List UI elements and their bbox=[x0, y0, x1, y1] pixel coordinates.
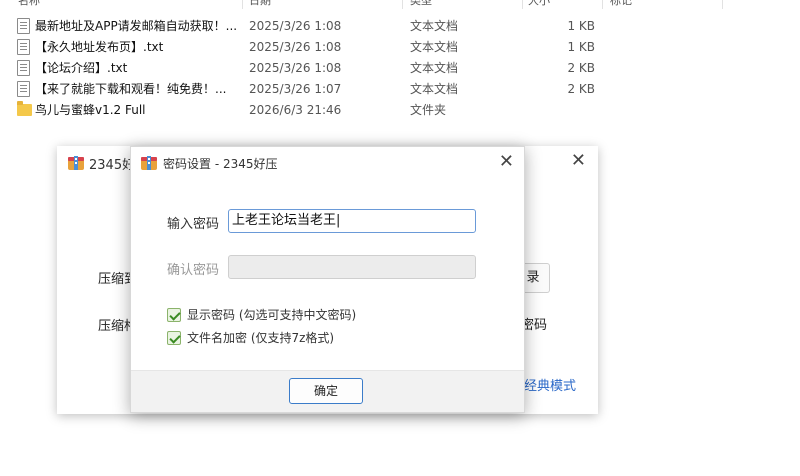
file-explorer: 名称 日期 类型 大小 标记 最新地址及APP请发邮箱自动获取！... 2025… bbox=[0, 0, 800, 130]
column-divider[interactable] bbox=[522, 0, 523, 9]
dialog-footer: 确定 bbox=[131, 370, 524, 412]
file-name: 最新地址及APP请发邮箱自动获取！... bbox=[35, 19, 238, 33]
text-file-icon bbox=[17, 39, 30, 55]
show-password-label: 显示密码 (勾选可支持中文密码) bbox=[187, 308, 357, 322]
column-divider[interactable] bbox=[402, 0, 403, 9]
file-size: 2 KB bbox=[567, 82, 595, 96]
archive-app-icon bbox=[68, 156, 84, 170]
file-row[interactable]: 最新地址及APP请发邮箱自动获取！... 2025/3/26 1:08 文本文档… bbox=[0, 15, 800, 36]
text-file-icon bbox=[17, 18, 30, 34]
file-name: 【来了就能下载和观看！纯免费！... bbox=[35, 82, 227, 96]
column-divider[interactable] bbox=[242, 0, 243, 9]
dialog-title: 2345好 bbox=[89, 158, 136, 173]
file-type: 文本文档 bbox=[410, 19, 459, 33]
column-header: 名称 日期 类型 大小 标记 bbox=[0, 0, 800, 9]
file-name: 【论坛介绍】.txt bbox=[35, 61, 128, 75]
encrypt-filename-label: 文件名加密 (仅支持7z格式) bbox=[187, 331, 335, 345]
column-tags[interactable]: 标记 bbox=[610, 0, 632, 8]
password-row: 输入密码 上老王论坛当老王| bbox=[167, 209, 487, 233]
confirm-password-input[interactable] bbox=[228, 255, 476, 279]
column-type[interactable]: 类型 bbox=[410, 0, 432, 8]
password-label: 输入密码 bbox=[167, 217, 220, 232]
archive-app-icon bbox=[141, 156, 157, 170]
file-size: 1 KB bbox=[567, 19, 595, 33]
file-date: 2025/3/26 1:08 bbox=[249, 61, 342, 75]
ok-button[interactable]: 确定 bbox=[289, 378, 363, 404]
password-dialog: 密码设置 - 2345好压 ✕ 输入密码 上老王论坛当老王| 确认密码 显示密码… bbox=[130, 146, 525, 413]
text-file-icon bbox=[17, 81, 30, 97]
column-divider[interactable] bbox=[722, 0, 723, 9]
confirm-password-label: 确认密码 bbox=[167, 263, 220, 278]
file-size: 1 KB bbox=[567, 40, 595, 54]
text-file-icon bbox=[17, 60, 30, 76]
file-type: 文本文档 bbox=[410, 82, 459, 96]
folder-icon bbox=[17, 101, 32, 116]
file-date: 2025/3/26 1:07 bbox=[249, 82, 342, 96]
file-name: 鸟儿与蜜蜂v1.2 Full bbox=[35, 103, 146, 117]
file-type: 文件夹 bbox=[410, 103, 447, 117]
column-size[interactable]: 大小 bbox=[528, 0, 550, 8]
password-input[interactable]: 上老王论坛当老王| bbox=[228, 209, 476, 233]
file-row[interactable]: 【永久地址发布页】.txt 2025/3/26 1:08 文本文档 1 KB bbox=[0, 36, 800, 57]
column-date[interactable]: 日期 bbox=[249, 0, 271, 8]
file-size: 2 KB bbox=[567, 61, 595, 75]
column-divider[interactable] bbox=[602, 0, 603, 9]
encrypt-filename-checkbox[interactable] bbox=[167, 331, 181, 345]
dialog-title: 密码设置 - 2345好压 bbox=[163, 157, 278, 171]
file-type: 文本文档 bbox=[410, 40, 459, 54]
folder-row[interactable]: 鸟儿与蜜蜂v1.2 Full 2026/6/3 21:46 文件夹 bbox=[0, 99, 800, 120]
file-date: 2026/6/3 21:46 bbox=[249, 103, 342, 117]
classic-mode-link[interactable]: 经典模式 bbox=[524, 375, 576, 394]
close-icon[interactable]: ✕ bbox=[571, 151, 586, 171]
file-name: 【永久地址发布页】.txt bbox=[35, 40, 164, 54]
file-date: 2025/3/26 1:08 bbox=[249, 40, 342, 54]
column-name[interactable]: 名称 bbox=[18, 0, 40, 8]
file-date: 2025/3/26 1:08 bbox=[249, 19, 342, 33]
file-row[interactable]: 【论坛介绍】.txt 2025/3/26 1:08 文本文档 2 KB bbox=[0, 57, 800, 78]
show-password-checkbox[interactable] bbox=[167, 308, 181, 322]
file-type: 文本文档 bbox=[410, 61, 459, 75]
file-row[interactable]: 【来了就能下载和观看！纯免费！... 2025/3/26 1:07 文本文档 2… bbox=[0, 78, 800, 99]
close-icon[interactable]: ✕ bbox=[499, 152, 514, 172]
confirm-row: 确认密码 bbox=[167, 255, 487, 279]
